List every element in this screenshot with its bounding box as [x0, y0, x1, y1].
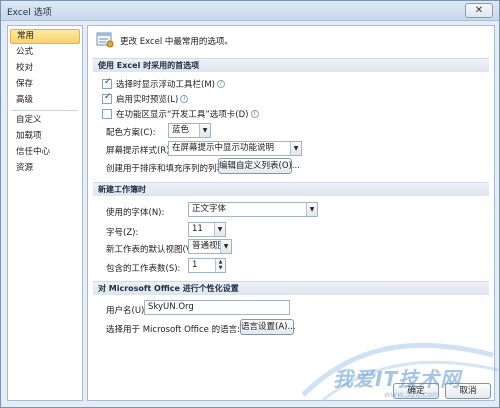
custom-lists-label: 创建用于排序和填充序列的列表:	[106, 164, 228, 174]
sidebar-item-resources[interactable]: 资源	[10, 161, 80, 176]
chevron-down-icon: ▼	[306, 203, 317, 216]
sidebar-divider	[12, 110, 78, 111]
sidebar-item-formulas[interactable]: 公式	[10, 45, 80, 60]
section-new-workbook: 新建工作簿时	[93, 182, 489, 196]
options-icon	[96, 32, 114, 48]
user-name-input[interactable]: SkyUN.Org	[144, 300, 290, 315]
screentip-style-value: 在屏幕提示中显示功能说明	[172, 143, 275, 153]
language-label: 选择用于 Microsoft Office 的语言:	[106, 325, 240, 335]
info-icon: i	[180, 95, 189, 103]
color-scheme-select[interactable]: 蓝色 ▼	[168, 123, 211, 138]
developer-tab-checkbox[interactable]	[102, 109, 112, 119]
font-value: 正文字体	[192, 204, 227, 214]
font-size-label: 字号(Z):	[106, 228, 139, 238]
chevron-down-icon: ▼	[199, 124, 210, 137]
section-preferences: 使用 Excel 时采用的首选项	[93, 58, 489, 72]
sidebar-item-general[interactable]: 常用	[10, 29, 80, 44]
option-live-preview[interactable]: 启用实时预览(L) i	[102, 92, 189, 105]
info-icon: i	[250, 110, 259, 118]
edit-custom-lists-button[interactable]: 编辑自定义列表(O)...	[218, 158, 300, 174]
color-scheme-label: 配色方案(C):	[106, 128, 156, 138]
sidebar-item-proofing[interactable]: 校对	[10, 61, 80, 76]
option-mini-toolbar[interactable]: 选择时显示浮动工具栏(M) i	[102, 77, 225, 90]
header-description: 更改 Excel 中最常用的选项。	[120, 37, 233, 47]
option-developer-tab[interactable]: 在功能区显示“开发工具”选项卡(D) i	[102, 108, 259, 120]
watermark-url: www.52ij.com	[384, 390, 440, 399]
screentip-style-label: 屏幕提示样式(R):	[106, 146, 173, 156]
color-scheme-value: 蓝色	[172, 125, 190, 135]
default-view-label: 新工作表的默认视图(V):	[106, 245, 198, 255]
default-view-select[interactable]: 普通视图 ▼	[188, 239, 232, 254]
user-name-label: 用户名(U):	[106, 306, 148, 316]
sheet-count-label: 包含的工作表数(S):	[106, 264, 181, 274]
title-bar: Excel 选项 ✕	[1, 1, 499, 21]
excel-options-dialog: Excel 选项 ✕ 常用 公式 校对 保存 高级 自定义 加载项 信任中心 资…	[0, 0, 500, 408]
sidebar-item-addins[interactable]: 加载项	[10, 129, 80, 144]
sidebar-item-advanced[interactable]: 高级	[10, 93, 80, 108]
font-label: 使用的字体(N):	[106, 208, 165, 218]
language-settings-button[interactable]: 语言设置(A)...	[240, 319, 296, 335]
info-icon: i	[216, 80, 225, 88]
chevron-down-icon: ▼	[290, 142, 301, 155]
chevron-down-icon: ▼	[214, 223, 225, 236]
sheet-count-value: 1	[192, 260, 198, 270]
live-preview-checkbox[interactable]	[102, 92, 112, 104]
mini-toolbar-label: 选择时显示浮动工具栏(M)	[116, 80, 215, 90]
watermark-text: 我爱IT技术网	[333, 367, 462, 391]
font-size-value: 11	[192, 224, 203, 234]
live-preview-label: 启用实时预览(L)	[116, 95, 179, 105]
sidebar-item-trust-center[interactable]: 信任中心	[10, 145, 80, 160]
sidebar: 常用 公式 校对 保存 高级 自定义 加载项 信任中心 资源	[7, 25, 83, 401]
developer-tab-label: 在功能区显示“开发工具”选项卡(D)	[116, 110, 249, 120]
sheet-count-spinner[interactable]: 1 ▲ ▼	[188, 258, 226, 273]
window-title: Excel 选项	[7, 8, 52, 18]
mini-toolbar-checkbox[interactable]	[102, 77, 112, 89]
chevron-down-icon: ▼	[220, 240, 231, 253]
sidebar-item-customize[interactable]: 自定义	[10, 113, 80, 128]
close-icon: ✕	[474, 5, 484, 16]
spinner-arrows-icon[interactable]: ▲ ▼	[215, 259, 225, 272]
font-select[interactable]: 正文字体 ▼	[188, 202, 318, 217]
screentip-style-select[interactable]: 在屏幕提示中显示功能说明 ▼	[168, 141, 302, 156]
font-size-select[interactable]: 11 ▼	[188, 222, 226, 237]
sidebar-item-save[interactable]: 保存	[10, 77, 80, 92]
section-personalize: 对 Microsoft Office 进行个性化设置	[93, 281, 489, 295]
close-button[interactable]: ✕	[465, 3, 493, 18]
